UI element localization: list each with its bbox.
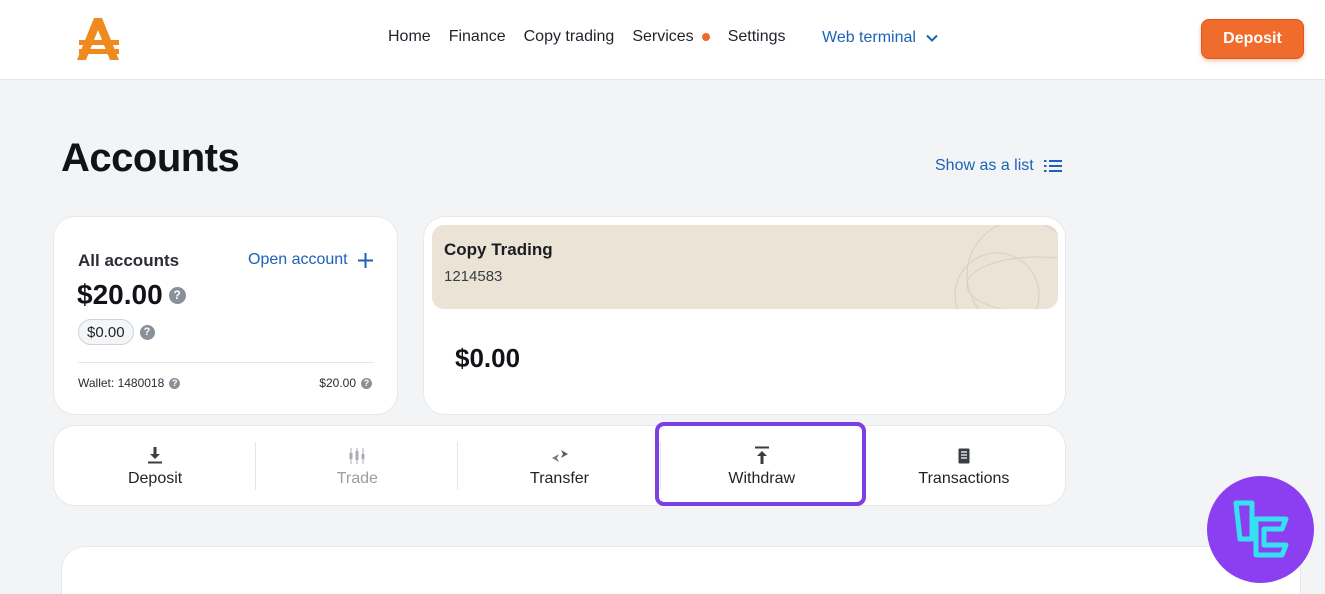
wallet-label: Wallet: 1480018 [78,376,165,390]
nav-services[interactable]: Services [632,28,710,46]
action-transactions[interactable]: Transactions [863,426,1065,505]
action-deposit[interactable]: Deposit [54,426,257,505]
action-withdraw[interactable]: Withdraw [661,426,863,505]
main-nav: Home Finance Copy trading Services Setti… [388,28,804,46]
top-header: Home Finance Copy trading Services Setti… [0,0,1325,80]
account-number: 1214583 [444,268,503,285]
upload-arrow-icon [754,444,770,464]
help-icon[interactable]: ? [169,377,181,389]
content-card [61,546,1301,594]
action-transactions-label: Transactions [918,469,1010,487]
account-banner: Copy Trading 1214583 [432,225,1058,309]
nav-home[interactable]: Home [388,28,431,46]
action-deposit-label: Deposit [127,469,183,487]
candlestick-icon [348,444,366,464]
divider [78,362,374,363]
action-transfer[interactable]: Transfer [458,426,661,505]
download-arrow-icon [147,444,163,464]
open-account-label: Open account [248,251,348,268]
total-balance: $20.00 ? [77,279,186,311]
all-accounts-title: All accounts [78,251,180,270]
nav-finance[interactable]: Finance [449,28,506,46]
all-accounts-card: All accounts Open account $20.00 ? $0.00… [53,216,398,415]
transfer-arrows-icon [551,444,569,464]
nav-services-label: Services [632,28,694,45]
help-icon[interactable]: ? [139,324,155,340]
banner-pattern [954,225,1058,309]
account-name: Copy Trading [444,240,553,259]
action-transfer-label: Transfer [530,469,589,487]
plus-icon [357,252,373,268]
wallet-amount: $20.00 ? [319,376,372,390]
wallet-amount-value: $20.00 [319,376,356,390]
secondary-balance-pill: $0.00 [78,319,134,345]
account-balance: $0.00 [455,343,521,373]
list-icon [1043,160,1062,172]
notification-dot-icon [701,33,710,41]
secondary-balance-row: $0.00 ? [78,319,155,345]
header-deposit-button[interactable]: Deposit [1201,19,1304,59]
action-withdraw-label: Withdraw [728,469,796,487]
wallet-info: Wallet: 1480018 ? [78,376,181,390]
show-as-list-link[interactable]: Show as a list [935,157,1062,175]
open-account-button[interactable]: Open account [248,251,373,269]
nav-settings[interactable]: Settings [728,28,786,46]
tc-badge-icon [1207,476,1314,583]
show-as-list-label: Show as a list [935,157,1034,174]
help-icon[interactable]: ? [168,286,186,304]
nav-copy-trading[interactable]: Copy trading [524,28,615,46]
account-actions-bar: Deposit Trade Transfer Withdraw Transact… [53,425,1066,506]
copy-trading-account-card[interactable]: Copy Trading 1214583 $0.00 [423,216,1066,415]
page-title: Accounts [61,136,240,180]
web-terminal-label: Web terminal [822,29,916,46]
help-icon[interactable]: ? [361,377,372,389]
chevron-down-icon [926,34,938,42]
total-balance-value: $20.00 [77,279,163,310]
action-trade-label: Trade [336,469,378,487]
action-trade[interactable]: Trade [256,426,459,505]
web-terminal-dropdown[interactable]: Web terminal [822,29,938,47]
receipt-icon [958,444,970,464]
amarkets-logo-icon[interactable] [74,16,122,62]
